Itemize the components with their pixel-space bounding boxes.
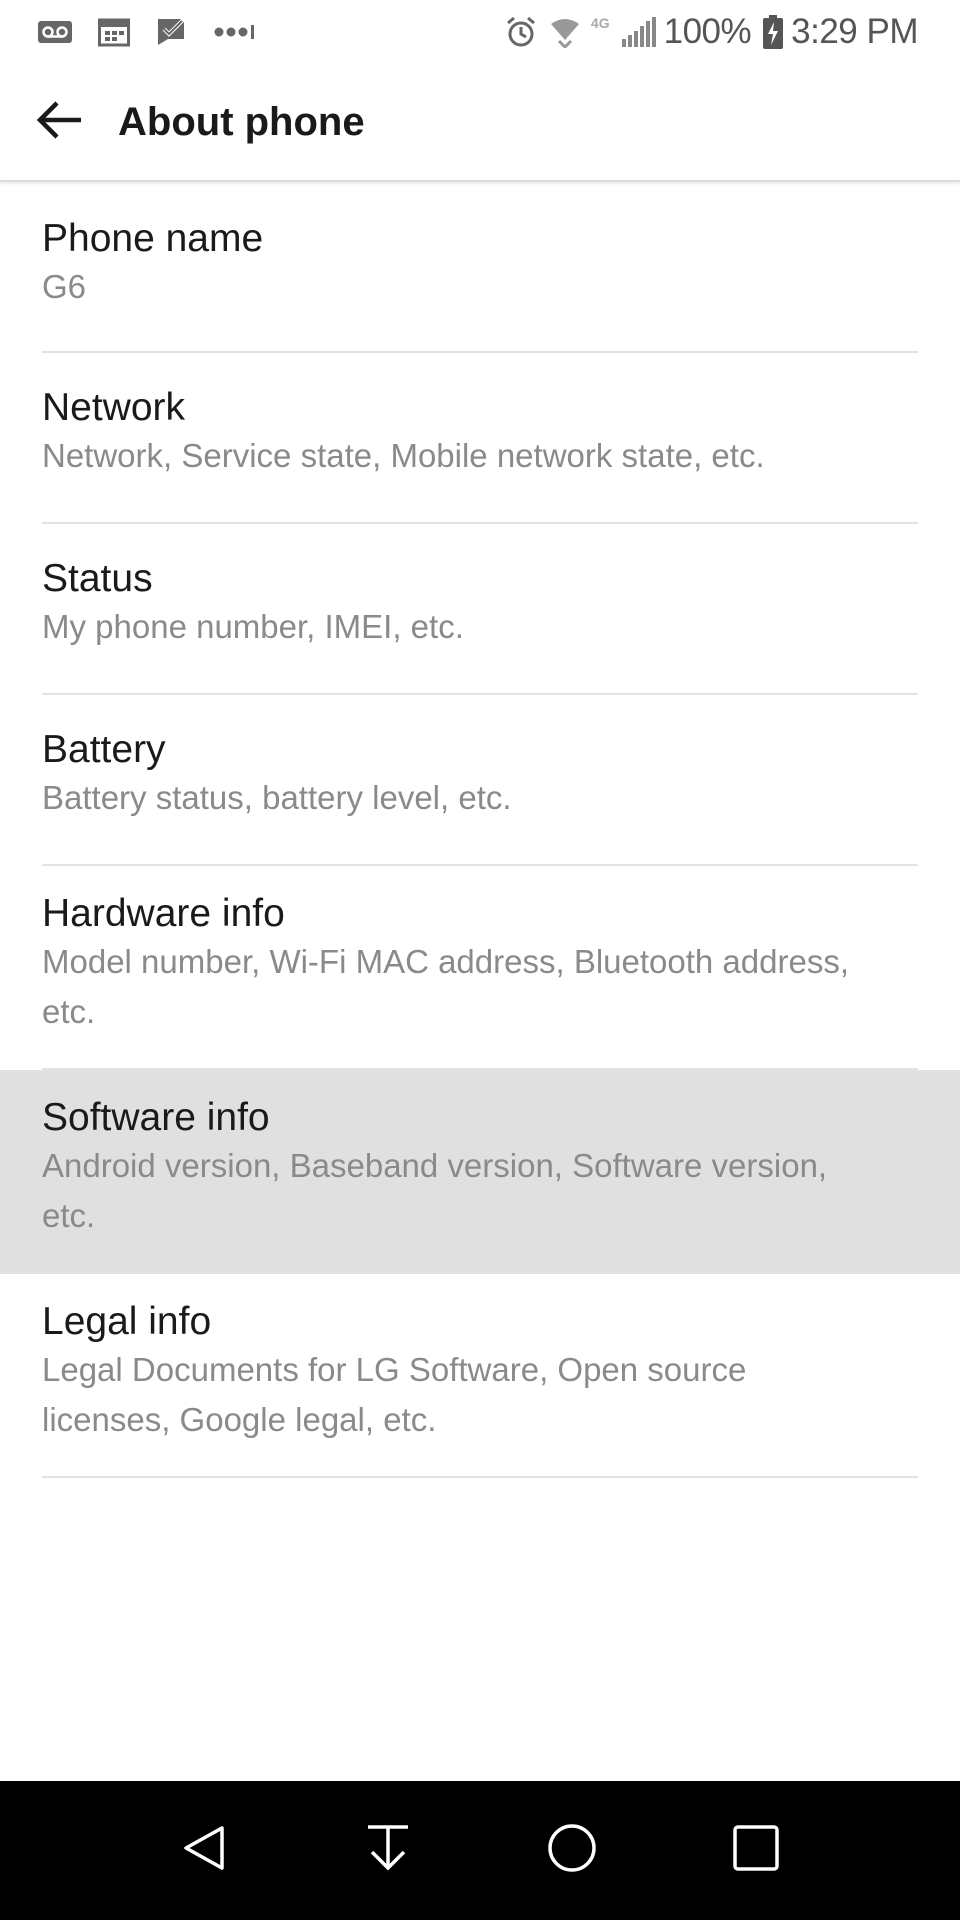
back-icon bbox=[182, 1825, 226, 1876]
nav-back-button[interactable] bbox=[112, 1781, 296, 1920]
list-item-subtitle: G6 bbox=[42, 268, 87, 305]
list-item-subtitle: Android version, Baseband version, Softw… bbox=[42, 1147, 828, 1234]
alarm-icon bbox=[505, 16, 537, 48]
list-item-subtitle: Legal Documents for LG Software, Open so… bbox=[42, 1351, 747, 1438]
list-item-status[interactable]: Status My phone number, IMEI, etc. bbox=[0, 524, 960, 695]
list-item-legal-info[interactable]: Legal info Legal Documents for LG Softwa… bbox=[0, 1274, 960, 1478]
list-item-title: Battery bbox=[42, 728, 166, 771]
status-bar-left bbox=[38, 17, 282, 47]
status-time: 3:29 PM bbox=[791, 12, 918, 51]
list-item-title: Software info bbox=[42, 1096, 270, 1139]
signal-icon bbox=[621, 17, 656, 47]
list-item-network[interactable]: Network Network, Service state, Mobile n… bbox=[0, 353, 960, 524]
list-item-title: Status bbox=[42, 557, 153, 600]
navigation-bar bbox=[0, 1781, 960, 1920]
list-item-subtitle: Model number, Wi-Fi MAC address, Bluetoo… bbox=[42, 943, 850, 1030]
arrow-back-icon bbox=[35, 100, 83, 145]
check-message-icon bbox=[156, 17, 188, 47]
recents-icon bbox=[732, 1824, 780, 1877]
voicemail-icon bbox=[38, 21, 72, 43]
list-item-battery[interactable]: Battery Battery status, battery level, e… bbox=[0, 695, 960, 866]
network-type-label: 4G bbox=[590, 15, 610, 31]
page-title: About phone bbox=[118, 99, 365, 144]
list-item-title: Network bbox=[42, 386, 186, 429]
settings-list: Phone name G6 Network Network, Service s… bbox=[0, 184, 960, 1478]
notification-pull-icon bbox=[366, 1824, 410, 1877]
nav-home-button[interactable] bbox=[480, 1781, 664, 1920]
battery-percent: 100% bbox=[663, 12, 752, 51]
app-bar: About phone bbox=[0, 64, 960, 182]
list-item-phone-name[interactable]: Phone name G6 bbox=[0, 184, 960, 353]
list-item-hardware-info[interactable]: Hardware info Model number, Wi-Fi MAC ad… bbox=[0, 866, 960, 1070]
wifi-icon bbox=[549, 16, 581, 48]
back-button[interactable] bbox=[0, 63, 118, 181]
list-item-subtitle: Network, Service state, Mobile network s… bbox=[42, 437, 765, 474]
battery-charging-icon bbox=[763, 15, 784, 49]
list-item-subtitle: My phone number, IMEI, etc. bbox=[42, 608, 464, 645]
list-item-software-info[interactable]: Software info Android version, Baseband … bbox=[0, 1070, 960, 1274]
status-bar-right: 4G 100% 3:29 PM bbox=[493, 12, 918, 52]
list-item-title: Hardware info bbox=[42, 892, 285, 935]
nav-notification-button[interactable] bbox=[296, 1781, 480, 1920]
list-item-title: Legal info bbox=[42, 1300, 212, 1343]
list-item-subtitle: Battery status, battery level, etc. bbox=[42, 779, 512, 816]
more-dots-icon bbox=[214, 24, 256, 40]
calendar-icon bbox=[98, 17, 130, 47]
status-bar: 4G 100% 3:29 PM bbox=[0, 0, 960, 64]
list-item-title: Phone name bbox=[42, 217, 264, 260]
nav-recents-button[interactable] bbox=[664, 1781, 848, 1920]
screen: 4G 100% 3:29 PM About phone Phone name G… bbox=[0, 0, 960, 1920]
home-icon bbox=[547, 1823, 597, 1878]
